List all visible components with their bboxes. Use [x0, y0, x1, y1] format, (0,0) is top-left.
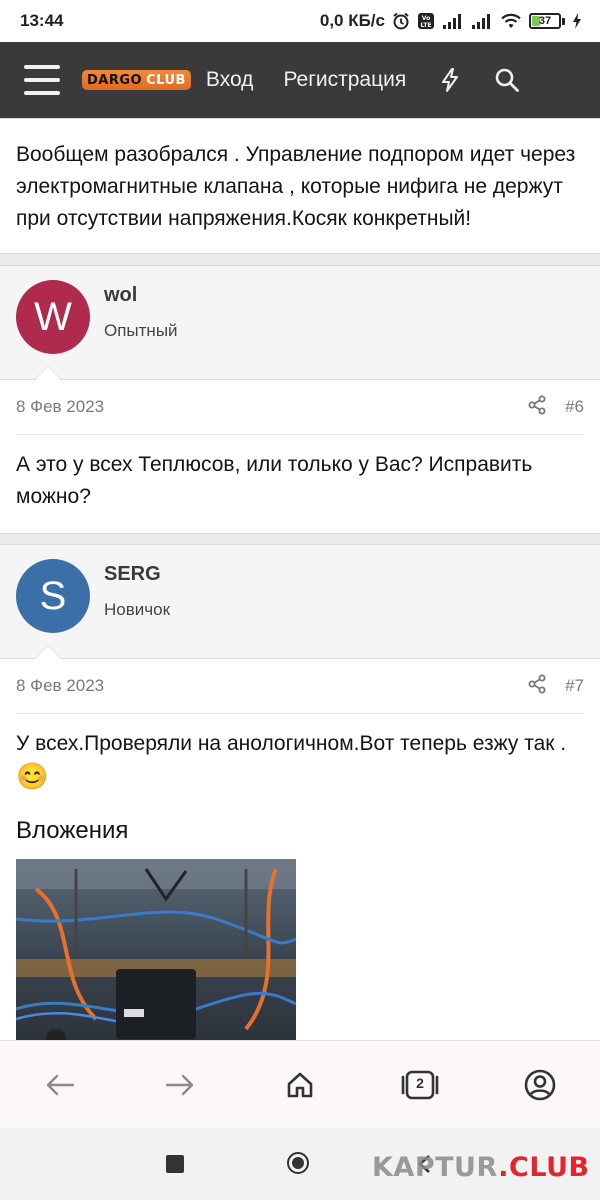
volte-icon: Vo LTE: [417, 12, 435, 30]
post-author-block: W wol Опытный: [0, 265, 600, 380]
smile-emoji: 😊: [16, 761, 49, 791]
logo-main-text: DARGO: [87, 72, 143, 88]
register-link[interactable]: Регистрация: [283, 68, 406, 92]
site-logo[interactable]: DARGO CLUB: [82, 70, 191, 90]
post-text: Вообщем разобрался . Управление подпором…: [16, 143, 576, 230]
post-text-content: У всех.Проверяли на анологичном.Вот тепе…: [16, 732, 567, 755]
message-arrow: [34, 366, 62, 380]
battery-icon: 37: [529, 13, 565, 29]
status-indicators: 0,0 КБ/с Vo LTE 37: [320, 11, 582, 31]
post-text: У всех.Проверяли на анологичном.Вот тепе…: [16, 728, 584, 795]
message-arrow: [34, 645, 62, 659]
browser-toolbar: 2: [0, 1040, 600, 1129]
post-author-block: S SERG Новичок: [0, 544, 600, 659]
avatar[interactable]: W: [16, 280, 90, 354]
svg-text:Vo: Vo: [422, 15, 430, 22]
signal-icon-2: [471, 12, 493, 30]
recent-apps-button[interactable]: [166, 1155, 184, 1173]
signal-icon-1: [442, 12, 464, 30]
avatar-letter: W: [34, 294, 72, 339]
attachments-title: Вложения: [16, 817, 129, 844]
post-number[interactable]: #7: [565, 676, 584, 696]
tab-count: 2: [416, 1075, 424, 1091]
post-body: 8 Фев 2023 #6 А это у всех Теплюсов, или…: [0, 380, 600, 534]
post-date[interactable]: 8 Фев 2023: [16, 676, 104, 696]
back-arrow-icon[interactable]: [30, 1055, 90, 1115]
battery-level: 37: [538, 15, 552, 27]
post-date[interactable]: 8 Фев 2023: [16, 397, 104, 417]
whats-new-bolt-icon[interactable]: [440, 67, 460, 93]
attachment-thumbnail[interactable]: [16, 859, 296, 1040]
site-header: DARGO CLUB Вход Регистрация: [0, 42, 600, 118]
home-icon[interactable]: [270, 1055, 330, 1115]
user-role: Опытный: [104, 321, 178, 340]
status-time: 13:44: [20, 11, 64, 30]
share-icon[interactable]: [527, 395, 547, 420]
post-body: 8 Фев 2023 #7 У всех.Проверяли на анолог…: [0, 659, 600, 1040]
post-text: А это у всех Теплюсов, или только у Вас?…: [16, 453, 533, 508]
user-role: Новичок: [104, 600, 171, 619]
username[interactable]: SERG: [104, 563, 170, 586]
username[interactable]: wol: [104, 284, 178, 307]
post-number[interactable]: #6: [565, 397, 584, 417]
menu-icon[interactable]: [24, 65, 60, 95]
watermark-part1: KAPTUR: [372, 1152, 499, 1183]
forward-arrow-icon[interactable]: [150, 1055, 210, 1115]
svg-text:LTE: LTE: [420, 22, 431, 29]
tabs-icon[interactable]: 2: [390, 1055, 450, 1115]
avatar-letter: S: [39, 573, 67, 618]
login-link[interactable]: Вход: [206, 68, 254, 92]
alarm-icon: [392, 12, 410, 30]
network-speed: 0,0 КБ/с: [319, 11, 385, 30]
post-meta: 8 Фев 2023 #6: [16, 380, 584, 435]
account-icon[interactable]: [510, 1055, 570, 1115]
wifi-icon: [500, 12, 522, 30]
thread-content: Вообщем разобрался . Управление подпором…: [0, 118, 600, 1040]
watermark-part2: .CLUB: [498, 1152, 590, 1183]
avatar[interactable]: S: [16, 559, 90, 633]
system-home-button[interactable]: [287, 1152, 309, 1174]
share-icon[interactable]: [527, 674, 547, 699]
charging-icon: [572, 12, 582, 30]
post-meta: 8 Фев 2023 #7: [16, 659, 584, 714]
system-nav-bar: KAPTUR.CLUB: [0, 1128, 600, 1200]
status-bar: 13:44 0,0 КБ/с Vo LTE 37: [0, 0, 600, 42]
watermark: KAPTUR.CLUB: [372, 1152, 590, 1183]
logo-sub-text: CLUB: [146, 72, 186, 88]
search-icon[interactable]: [494, 67, 520, 93]
post-body: Вообщем разобрался . Управление подпором…: [0, 118, 600, 254]
